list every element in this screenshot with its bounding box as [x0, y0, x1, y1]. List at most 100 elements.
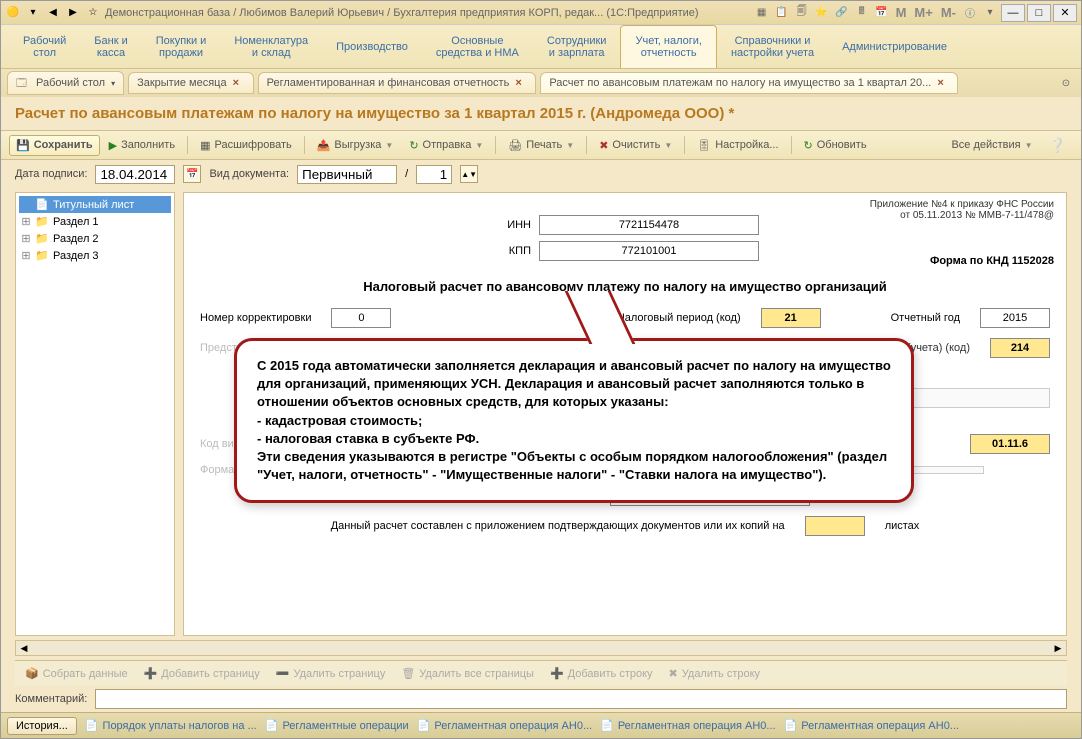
tb-cal-icon[interactable]: 📅 — [873, 5, 891, 21]
stepper-icon[interactable]: ▲▼ — [460, 165, 478, 183]
del-page-button[interactable]: ➖Удалить страницу — [270, 665, 392, 682]
horizontal-scrollbar[interactable]: ◀ ▶ — [15, 640, 1067, 656]
status-label: Регламентная операция АН0... — [434, 720, 592, 732]
inn-field[interactable] — [539, 215, 759, 235]
status-bar: История... 📄Порядок уплаты налогов на ..… — [1, 712, 1081, 738]
del-row-button[interactable]: ✖Удалить строку — [663, 665, 766, 682]
date-input[interactable] — [95, 165, 175, 184]
refresh-button[interactable]: ↻ Обновить — [797, 135, 874, 156]
expand-icon[interactable]: ⊞ — [21, 215, 31, 228]
scroll-thumb[interactable] — [32, 641, 1050, 655]
tab-property-tax[interactable]: Расчет по авансовым платежам по налогу н… — [540, 72, 958, 94]
tb-icon2[interactable]: 📋 — [773, 5, 791, 21]
expand-icon[interactable]: ⊞ — [21, 232, 31, 245]
status-item[interactable]: 📄Регламентные операции — [265, 719, 409, 732]
tree-section2[interactable]: ⊞ 📁 Раздел 2 — [19, 230, 171, 247]
all-actions-button[interactable]: Все действия ▼ — [944, 135, 1039, 155]
nav-fwd-icon[interactable]: ▶ — [65, 5, 81, 21]
m-button[interactable]: M — [893, 5, 910, 20]
tree-label: Раздел 3 — [53, 250, 99, 262]
del-all-button[interactable]: 🗑Удалить все страницы — [395, 665, 540, 682]
tabs-menu-icon[interactable]: ⊙ — [1057, 75, 1075, 91]
menu-references[interactable]: Справочники и настройки учета — [717, 25, 828, 68]
tb-icon1[interactable]: ▦ — [753, 5, 771, 21]
menu-assets[interactable]: Основные средства и НМА — [422, 25, 533, 68]
menu-bank[interactable]: Банк и касса — [80, 25, 141, 68]
export-button[interactable]: 📤 Выгрузка ▼ — [310, 135, 401, 156]
tab-desktop[interactable]: 🗔 Рабочий стол ▾ — [7, 71, 124, 95]
help-button[interactable]: ❔ — [1042, 133, 1073, 158]
status-item[interactable]: 📄Регламентная операция АН0... — [784, 719, 959, 732]
doctype-input[interactable] — [297, 165, 397, 184]
tree-title-page[interactable]: 📄 Титульный лист — [19, 196, 171, 213]
send-button[interactable]: ↻ Отправка ▼ — [402, 135, 490, 156]
save-button[interactable]: 💾 Сохранить — [9, 135, 100, 156]
title-controls: ▦ 📋 🗐 ⭐ 🔗 🖩 📅 M M+ M- ⓘ ▾ — □ ✕ — [753, 4, 1077, 22]
page-input[interactable] — [416, 165, 452, 184]
scroll-right-icon[interactable]: ▶ — [1050, 641, 1066, 655]
tb-icon3[interactable]: 🗐 — [793, 5, 811, 21]
status-item[interactable]: 📄Порядок уплаты налогов на ... — [85, 719, 257, 732]
minimize-button[interactable]: — — [1001, 4, 1025, 22]
calendar-icon[interactable]: 📅 — [183, 165, 201, 183]
tb-calc-icon[interactable]: 🖩 — [853, 5, 871, 21]
collect-button[interactable]: 📦Собрать данные — [19, 665, 134, 682]
close-icon[interactable]: × — [233, 77, 245, 89]
menu-production[interactable]: Производство — [322, 25, 422, 68]
add-page-button[interactable]: ➕Добавить страницу — [138, 665, 266, 682]
del-all-icon: 🗑 — [401, 667, 415, 680]
place-field[interactable] — [990, 338, 1050, 358]
tb-link-icon[interactable]: 🔗 — [833, 5, 851, 21]
expand-icon[interactable]: ⊞ — [21, 249, 31, 262]
okved-field[interactable] — [970, 434, 1050, 454]
menu-inventory[interactable]: Номенклатура и склад — [220, 25, 322, 68]
menu-purchases[interactable]: Покупки и продажи — [142, 25, 221, 68]
tabs-bar: 🗔 Рабочий стол ▾ Закрытие месяца × Регла… — [1, 69, 1081, 97]
close-icon[interactable]: × — [515, 77, 527, 89]
kpp-label: КПП — [491, 245, 531, 257]
period-field[interactable] — [761, 308, 821, 328]
attach-field[interactable] — [805, 516, 865, 536]
tab-reports[interactable]: Регламентированная и финансовая отчетнос… — [258, 72, 537, 94]
corr-field[interactable] — [331, 308, 391, 328]
menu-desktop[interactable]: Рабочий стол — [9, 25, 80, 68]
annex-note: Приложение №4 к приказу ФНС России от 05… — [870, 199, 1054, 221]
send-label: Отправка — [423, 139, 472, 151]
tree-section3[interactable]: ⊞ 📁 Раздел 3 — [19, 247, 171, 264]
dropdown-icon[interactable]: ▾ — [25, 5, 41, 21]
kpp-field[interactable] — [539, 241, 759, 261]
help-icon: ❔ — [1049, 137, 1066, 154]
m-plus-button[interactable]: M+ — [911, 5, 935, 20]
tb-star-icon[interactable]: ⭐ — [813, 5, 831, 21]
add-row-button[interactable]: ➕Добавить строку — [544, 665, 659, 682]
maximize-button[interactable]: □ — [1027, 4, 1051, 22]
tab-dd-icon[interactable]: ▾ — [111, 79, 115, 88]
menu-taxes[interactable]: Учет, налоги, отчетность — [620, 25, 716, 68]
menu-admin[interactable]: Администрирование — [828, 25, 961, 68]
nav-back-icon[interactable]: ◀ — [45, 5, 61, 21]
settings-label: Настройка... — [715, 139, 778, 151]
m-minus-button[interactable]: M- — [938, 5, 959, 20]
fill-button[interactable]: ▶ Заполнить — [102, 135, 182, 156]
scroll-left-icon[interactable]: ◀ — [16, 641, 32, 655]
page-icon: 📄 — [35, 198, 49, 211]
tb-dd-icon[interactable]: ▾ — [981, 5, 999, 21]
status-item[interactable]: 📄Регламентная операция АН0... — [417, 719, 592, 732]
history-button[interactable]: История... — [7, 717, 77, 735]
delrow-label: Удалить строку — [682, 668, 760, 680]
menu-employees[interactable]: Сотрудники и зарплата — [533, 25, 621, 68]
close-icon[interactable]: × — [937, 77, 949, 89]
year-field[interactable] — [980, 308, 1050, 328]
comment-input[interactable] — [95, 689, 1067, 709]
close-button[interactable]: ✕ — [1053, 4, 1077, 22]
decode-button[interactable]: ▦ Расшифровать — [193, 135, 299, 156]
print-button[interactable]: 🖨 Печать ▼ — [501, 135, 581, 156]
info-icon[interactable]: ⓘ — [961, 5, 979, 21]
star-icon[interactable]: ☆ — [85, 5, 101, 21]
bottom-toolbar: 📦Собрать данные ➕Добавить страницу ➖Удал… — [15, 660, 1067, 686]
tree-section1[interactable]: ⊞ 📁 Раздел 1 — [19, 213, 171, 230]
status-item[interactable]: 📄Регламентная операция АН0... — [600, 719, 775, 732]
settings-button[interactable]: 🎚 Настройка... — [690, 135, 785, 156]
tab-closing[interactable]: Закрытие месяца × — [128, 72, 254, 94]
clear-button[interactable]: ✖ Очистить ▼ — [592, 135, 679, 156]
